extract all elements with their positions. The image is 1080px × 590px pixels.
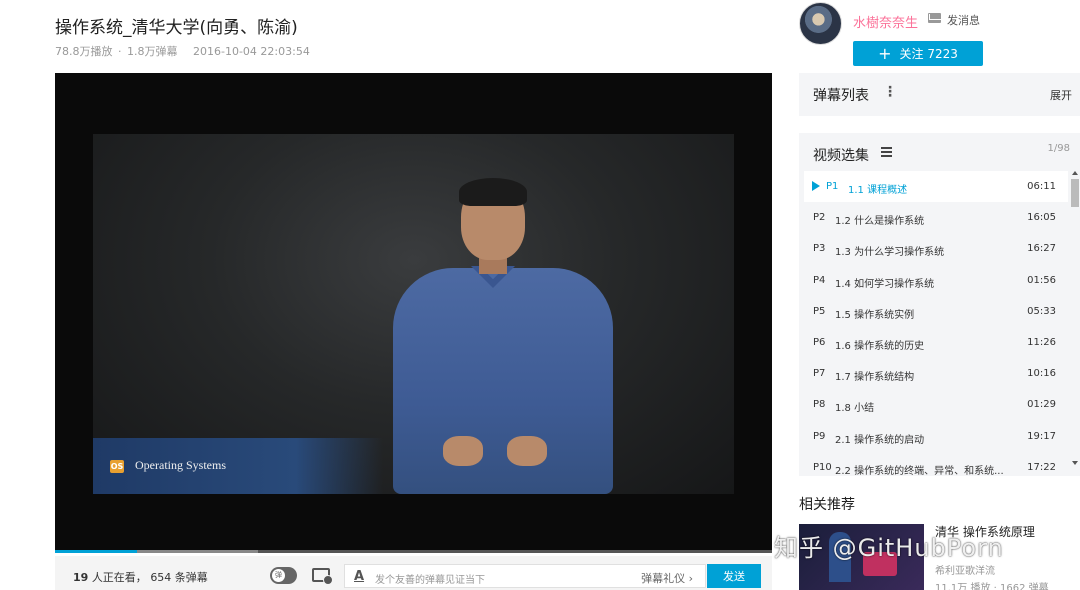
watermark: 知乎 @GitHubPorn (774, 534, 1004, 562)
episode-duration: 01:56 (1027, 274, 1056, 286)
danmaku-count: 1.8万弹幕 (127, 45, 178, 58)
presenter-figure (383, 174, 623, 494)
live-danmaku-count: 654 条弹幕 (150, 571, 208, 584)
recommend-item-author[interactable]: 希利亚歌洋流 (935, 562, 995, 577)
episode-item[interactable]: P6 1.6 操作系统的历史 11:26 (804, 327, 1068, 358)
recommend-item-stats: 11.1万 播放 · 1662 弹幕 (935, 583, 1049, 590)
progress-bar[interactable] (55, 550, 772, 553)
episode-item[interactable]: P8 1.8 小结 01:29 (804, 389, 1068, 420)
list-view-icon[interactable] (881, 147, 892, 157)
episode-number: P8 (813, 399, 826, 411)
expand-button[interactable]: 展开 (1050, 87, 1072, 103)
presenter-hair (459, 178, 527, 206)
episode-name: 2.2 操作系统的终端、异常、和系统... (835, 465, 1004, 476)
episode-list: P1 1.1 课程概述 06:11 P2 1.2 什么是操作系统 16:05 P3 1.3 为… (804, 171, 1068, 476)
danmaku-placeholder: 发个友善的弹幕见证当下 (375, 575, 485, 586)
episode-item[interactable]: P4 1.4 如何学习操作系统 01:56 (804, 265, 1068, 296)
send-danmaku-button[interactable]: 发送 (707, 564, 761, 588)
episode-number: P10 (813, 461, 832, 473)
scroll-thumb[interactable] (1071, 179, 1079, 207)
episode-name: 1.2 什么是操作系统 (835, 216, 925, 228)
episode-duration: 16:27 (1027, 243, 1056, 255)
episode-name: 1.8 小结 (835, 403, 875, 415)
viewer-info: 19 人正在看， 654 条弹幕 (73, 569, 208, 585)
viewer-label: 人正在看， (91, 571, 147, 584)
play-indicator-icon (812, 181, 820, 191)
episode-item[interactable]: P2 1.2 什么是操作系统 16:05 (804, 202, 1068, 233)
scroll-up-arrow-icon[interactable] (1072, 171, 1078, 175)
episode-number: P4 (813, 274, 826, 286)
episode-duration: 01:29 (1027, 399, 1056, 411)
danmaku-toggle-knob: 弹 (272, 569, 285, 582)
episode-item[interactable]: P1 1.1 课程概述 06:11 (804, 171, 1068, 203)
danmaku-bar: 19 人正在看， 654 条弹幕 弹 A 发个友善的弹幕见证当下 弹幕礼仪 › … (55, 556, 772, 590)
episode-panel: 视频选集 1/98 P1 1.1 课程概述 06:11 P2 1.2 什么是操作系统 16… (799, 133, 1080, 476)
meta-separator: · (118, 45, 122, 58)
danmaku-toggle[interactable]: 弹 (270, 567, 297, 584)
scroll-down-arrow-icon[interactable] (1072, 461, 1078, 465)
episode-duration: 19:17 (1027, 430, 1056, 442)
episode-number: P3 (813, 243, 826, 255)
episode-number: P7 (813, 368, 826, 380)
episode-name: 2.1 操作系统的启动 (835, 434, 925, 446)
danmaku-input[interactable]: A 发个友善的弹幕见证当下 弹幕礼仪 › (344, 564, 706, 588)
follow-label: 关注 7223 (899, 47, 958, 61)
episode-name: 1.3 为什么学习操作系统 (835, 247, 945, 259)
episode-name: 1.7 操作系统结构 (835, 372, 915, 384)
viewer-count: 19 (73, 571, 89, 584)
episode-name: 1.5 操作系统实例 (835, 309, 915, 321)
presenter-left-hand (443, 436, 483, 466)
presenter-shirt (393, 268, 613, 494)
episode-number: P2 (813, 212, 826, 224)
uploader-name[interactable]: 水樹奈奈生 (853, 12, 918, 31)
episode-duration: 11:26 (1027, 336, 1056, 348)
send-message-link[interactable]: 发消息 (947, 12, 980, 28)
plus-icon: + (878, 43, 892, 63)
episode-scrollbar[interactable] (1071, 171, 1079, 471)
episode-number: P6 (813, 336, 826, 348)
envelope-icon[interactable] (928, 13, 941, 23)
play-count: 78.8万播放 (55, 45, 113, 58)
danmaku-list-panel[interactable]: 弹幕列表 ⋮ 展开 (799, 73, 1080, 116)
uploader-avatar[interactable] (799, 2, 842, 45)
presenter-right-hand (507, 436, 547, 466)
video-player[interactable]: OS Operating Systems (55, 73, 772, 553)
more-options-icon[interactable]: ⋮ (883, 84, 897, 100)
episode-name: 1.1 课程概述 (848, 185, 908, 196)
episode-name: 1.4 如何学习操作系统 (835, 278, 935, 290)
episode-count: 1/98 (1047, 143, 1070, 154)
episode-panel-title: 视频选集 (813, 148, 869, 164)
episode-duration: 17:22 (1027, 461, 1056, 473)
lower-third-banner: OS Operating Systems (93, 438, 383, 494)
episode-number: P5 (813, 305, 826, 317)
episode-duration: 16:05 (1027, 212, 1056, 224)
progress-fill (55, 550, 138, 553)
episode-number: P9 (813, 430, 826, 442)
episode-duration: 10:16 (1027, 368, 1056, 380)
danmaku-settings-icon[interactable] (312, 568, 333, 585)
episode-name: 1.6 操作系统的历史 (835, 340, 925, 352)
episode-duration: 06:11 (1027, 181, 1056, 192)
episode-item[interactable]: P9 2.1 操作系统的启动 19:17 (804, 421, 1068, 452)
episode-item[interactable]: P5 1.5 操作系统实例 05:33 (804, 296, 1068, 327)
danmaku-list-title: 弹幕列表 (813, 88, 869, 104)
episode-item[interactable]: P3 1.3 为什么学习操作系统 16:27 (804, 233, 1068, 264)
recommend-title: 相关推荐 (799, 497, 855, 513)
lower-third-title: Operating Systems (135, 458, 226, 472)
episode-item[interactable]: P7 1.7 操作系统结构 10:16 (804, 358, 1068, 389)
video-frame[interactable]: OS Operating Systems (93, 134, 734, 494)
os-logo-icon: OS (110, 460, 124, 473)
danmaku-etiquette-link[interactable]: 弹幕礼仪 › (641, 570, 693, 586)
font-style-icon[interactable]: A (354, 569, 364, 584)
episode-number: P1 (826, 181, 839, 192)
video-meta: 78.8万播放 · 1.8万弹幕 2016-10-04 22:03:54 (55, 43, 312, 59)
episode-duration: 05:33 (1027, 305, 1056, 317)
follow-button[interactable]: + 关注 7223 (853, 41, 983, 66)
video-title: 操作系统_清华大学(向勇、陈渝) (55, 18, 298, 38)
upload-date: 2016-10-04 22:03:54 (193, 45, 310, 58)
episode-item[interactable]: P10 2.2 操作系统的终端、异常、和系统... 17:22 (804, 452, 1068, 476)
